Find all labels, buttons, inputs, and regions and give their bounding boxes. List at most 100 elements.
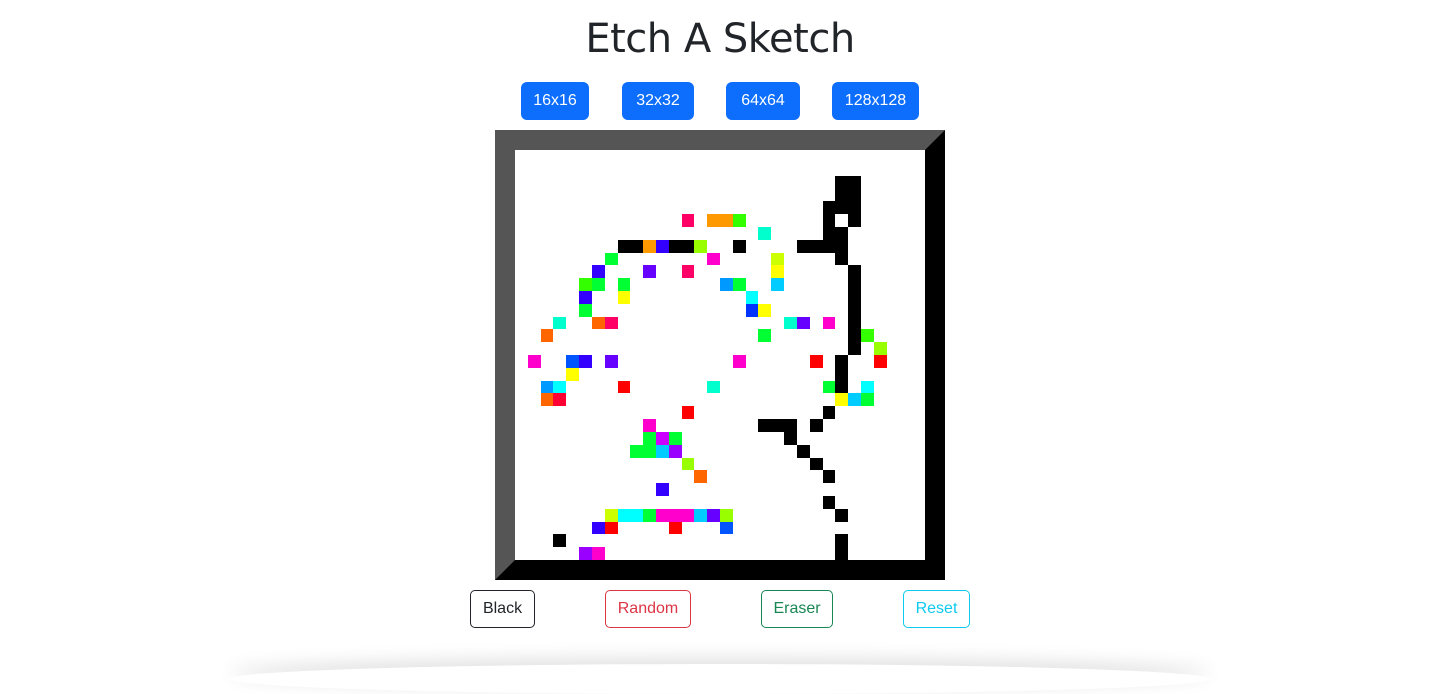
painted-cell xyxy=(643,431,656,445)
painted-cell xyxy=(835,534,849,548)
painted-cell xyxy=(617,278,631,291)
painted-cell xyxy=(873,355,887,368)
painted-cell xyxy=(527,355,541,368)
painted-cell xyxy=(771,419,785,432)
painted-cell xyxy=(668,239,682,253)
painted-cell xyxy=(694,508,708,522)
painted-cell xyxy=(617,380,631,394)
painted-cell xyxy=(732,355,746,368)
painted-cell xyxy=(540,380,554,394)
grid-16-button[interactable]: 16x16 xyxy=(521,82,589,120)
painted-cell xyxy=(707,508,720,522)
painted-cell xyxy=(848,303,861,317)
painted-cell xyxy=(720,508,733,522)
painted-cell xyxy=(822,406,836,420)
painted-cell xyxy=(617,290,631,304)
painted-cell xyxy=(630,508,644,522)
painted-cell xyxy=(720,521,733,535)
painted-cell xyxy=(835,175,849,189)
painted-cell xyxy=(604,252,618,266)
painted-cell xyxy=(655,239,669,253)
painted-cell xyxy=(758,303,772,317)
painted-cell xyxy=(681,214,695,227)
painted-cell xyxy=(630,444,644,458)
painted-cell xyxy=(860,329,874,343)
painted-cell xyxy=(681,457,695,471)
painted-cell xyxy=(604,355,618,368)
painted-cell xyxy=(822,316,836,330)
painted-cell xyxy=(604,508,618,522)
painted-cell xyxy=(822,495,836,509)
painted-cell xyxy=(848,188,861,202)
painted-cell xyxy=(835,355,849,368)
painted-cell xyxy=(822,214,836,227)
black-mode-button[interactable]: Black xyxy=(470,590,535,628)
painted-cell xyxy=(630,239,644,253)
painted-cell xyxy=(745,303,759,317)
painted-cell xyxy=(848,265,861,279)
painted-cell xyxy=(848,214,861,227)
painted-cell xyxy=(809,419,823,432)
painted-cell xyxy=(681,265,695,279)
painted-cell xyxy=(604,521,618,535)
painted-cell xyxy=(591,547,605,560)
painted-cell xyxy=(848,175,861,189)
painted-cell xyxy=(758,226,772,240)
painted-cell xyxy=(668,521,682,535)
painted-cell xyxy=(732,239,746,253)
painted-cell xyxy=(835,201,849,215)
eraser-mode-button[interactable]: Eraser xyxy=(761,590,833,628)
painted-cell xyxy=(668,508,682,522)
painted-cell xyxy=(681,406,695,420)
painted-cell xyxy=(604,316,618,330)
painted-cell xyxy=(848,316,861,330)
painted-cell xyxy=(822,239,836,253)
painted-cell xyxy=(553,316,567,330)
grid-64-button[interactable]: 64x64 xyxy=(726,82,800,120)
painted-cell xyxy=(848,290,861,304)
painted-cell xyxy=(860,393,874,407)
grid-128-button[interactable]: 128x128 xyxy=(832,82,919,120)
painted-cell xyxy=(566,367,580,381)
painted-cell xyxy=(540,393,554,407)
sketch-board[interactable] xyxy=(515,150,925,560)
painted-cell xyxy=(720,214,733,227)
sketch-frame xyxy=(495,130,945,580)
painted-cell xyxy=(809,457,823,471)
painted-cell xyxy=(784,431,797,445)
bottom-shadow xyxy=(230,664,1210,694)
painted-cell xyxy=(745,290,759,304)
painted-cell xyxy=(796,316,810,330)
painted-cell xyxy=(643,508,656,522)
painted-cell xyxy=(668,444,682,458)
painted-cell xyxy=(835,252,849,266)
painted-cell xyxy=(873,342,887,355)
painted-cell xyxy=(860,380,874,394)
painted-cell xyxy=(655,444,669,458)
painted-cell xyxy=(655,431,669,445)
painted-cell xyxy=(643,239,656,253)
painted-cell xyxy=(732,278,746,291)
random-mode-button[interactable]: Random xyxy=(605,590,691,628)
painted-cell xyxy=(553,393,567,407)
painted-cell xyxy=(579,547,592,560)
painted-cell xyxy=(822,201,836,215)
painted-cell xyxy=(758,419,772,432)
painted-cell xyxy=(771,278,785,291)
painted-cell xyxy=(835,393,849,407)
painted-cell xyxy=(809,239,823,253)
painted-cell xyxy=(758,329,772,343)
reset-button[interactable]: Reset xyxy=(903,590,970,628)
painted-cell xyxy=(835,508,849,522)
painted-cell xyxy=(591,521,605,535)
painted-cell xyxy=(591,265,605,279)
painted-cell xyxy=(694,470,708,484)
painted-cell xyxy=(579,355,592,368)
grid-32-button[interactable]: 32x32 xyxy=(622,82,694,120)
painted-cell xyxy=(617,508,631,522)
painted-cell xyxy=(655,483,669,496)
painted-cell xyxy=(540,329,554,343)
painted-cell xyxy=(732,214,746,227)
painted-cell xyxy=(822,380,836,394)
painted-cell xyxy=(822,226,836,240)
